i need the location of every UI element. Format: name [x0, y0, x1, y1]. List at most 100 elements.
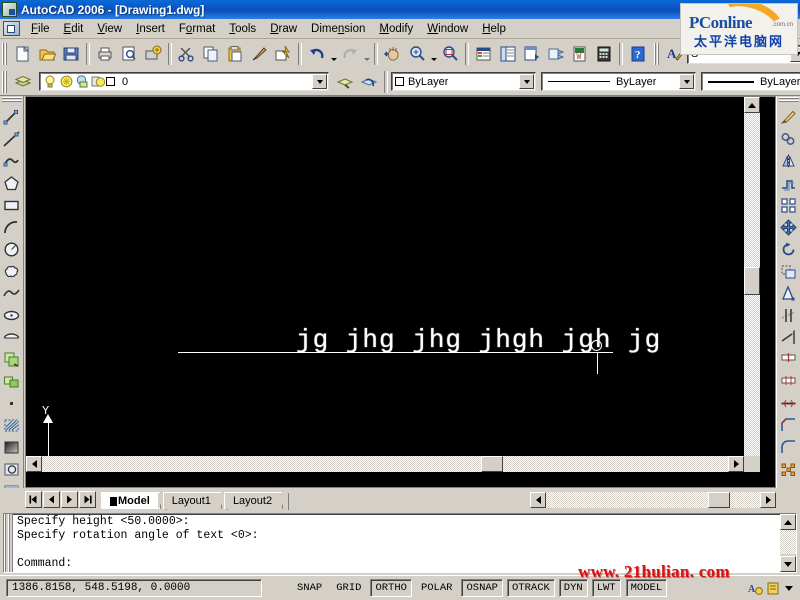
tab-scroll-thumb[interactable]	[708, 491, 730, 508]
extend-icon[interactable]	[778, 326, 800, 348]
menu-format[interactable]: Format	[172, 21, 222, 37]
tab-layout2[interactable]: Layout2	[223, 492, 290, 510]
cmd-scroll-track[interactable]	[780, 530, 796, 554]
copy-object-icon[interactable]	[778, 128, 800, 150]
menu-help[interactable]: Help	[475, 21, 513, 37]
chamfer-icon[interactable]	[778, 414, 800, 436]
coordinate-display[interactable]: 1386.8158, 548.5198, 0.0000	[6, 579, 262, 597]
menu-insert[interactable]: Insert	[129, 21, 172, 37]
hatch-icon[interactable]	[1, 414, 23, 436]
undo-icon[interactable]	[305, 43, 329, 66]
menu-view[interactable]: View	[90, 21, 129, 37]
layer-states-icon[interactable]	[11, 70, 35, 93]
status-toggle-ortho[interactable]: ORTHO	[370, 579, 412, 597]
insert-block-icon[interactable]	[1, 348, 23, 370]
status-toggle-otrack[interactable]: OTRACK	[506, 579, 555, 597]
v-scroll-thumb[interactable]	[744, 267, 760, 295]
erase-icon[interactable]	[778, 106, 800, 128]
drawing-system-icon[interactable]	[3, 21, 20, 36]
model-space-canvas[interactable]: Y X jg jhg jhg jhgh jgh jg	[26, 97, 760, 472]
help-icon[interactable]: ?	[626, 43, 650, 66]
join-icon[interactable]	[778, 392, 800, 414]
tab-scroll-right-button[interactable]	[760, 491, 776, 508]
next-tab-icon[interactable]	[61, 491, 78, 508]
mirror-icon[interactable]	[778, 150, 800, 172]
publish-icon[interactable]	[141, 43, 165, 66]
sheet-set-icon[interactable]	[544, 43, 568, 66]
layer-combo[interactable]: 0	[39, 72, 329, 91]
trim-icon[interactable]	[778, 304, 800, 326]
circle-icon[interactable]	[1, 238, 23, 260]
layer-dropdown-arrow[interactable]	[312, 74, 327, 89]
spline-icon[interactable]	[1, 282, 23, 304]
linetype-dropdown-arrow[interactable]	[679, 74, 694, 89]
tool-palettes-icon[interactable]	[520, 43, 544, 66]
undo-dropdown-arrow[interactable]	[329, 43, 338, 66]
menu-dimension[interactable]: Dimension	[304, 21, 372, 37]
rotate-icon[interactable]	[778, 238, 800, 260]
drawing-text-entity[interactable]: jg jhg jhg jhgh jgh jg	[296, 325, 661, 355]
fillet-icon[interactable]	[778, 436, 800, 458]
chevron-down-icon[interactable]	[783, 580, 795, 596]
color-dropdown-arrow[interactable]	[519, 74, 534, 89]
ellipse-arc-icon[interactable]	[1, 326, 23, 348]
construction-line-icon[interactable]	[1, 128, 23, 150]
cmd-scroll-down-button[interactable]	[780, 556, 796, 572]
menu-edit[interactable]: Edit	[57, 21, 91, 37]
linetype-combo[interactable]: ByLayer	[541, 72, 696, 91]
explode-icon[interactable]	[778, 458, 800, 480]
communication-center-icon[interactable]: A	[747, 580, 763, 596]
tab-layout1[interactable]: Layout1	[162, 492, 229, 510]
first-tab-icon[interactable]	[25, 491, 42, 508]
rectangle-icon[interactable]	[1, 194, 23, 216]
break-at-point-icon[interactable]	[778, 348, 800, 370]
tab-scrollbar[interactable]	[530, 491, 776, 508]
modify-toolbar-grip[interactable]	[778, 97, 799, 104]
last-tab-icon[interactable]	[79, 491, 96, 508]
open-icon[interactable]	[35, 43, 59, 66]
zoom-dropdown-arrow[interactable]	[429, 43, 438, 66]
status-toggle-polar[interactable]: POLAR	[416, 579, 458, 597]
markup-set-icon[interactable]: W	[568, 43, 592, 66]
move-icon[interactable]	[778, 216, 800, 238]
line-icon[interactable]	[1, 106, 23, 128]
menu-modify[interactable]: Modify	[372, 21, 420, 37]
array-icon[interactable]	[778, 194, 800, 216]
properties-icon[interactable]	[472, 43, 496, 66]
polyline-icon[interactable]	[1, 150, 23, 172]
paste-icon[interactable]	[223, 43, 247, 66]
menu-window[interactable]: Window	[420, 21, 475, 37]
redo-dropdown-arrow[interactable]	[362, 43, 371, 66]
toolbar-grip[interactable]	[2, 43, 9, 65]
cmd-scroll-up-button[interactable]	[780, 514, 796, 530]
color-combo[interactable]: ByLayer	[391, 72, 536, 91]
canvas-horizontal-scrollbar[interactable]	[26, 456, 760, 472]
canvas-vertical-scrollbar[interactable]	[744, 97, 760, 472]
pan-realtime-icon[interactable]	[381, 43, 405, 66]
region-icon[interactable]	[1, 458, 23, 480]
ellipse-icon[interactable]	[1, 304, 23, 326]
h-scroll-thumb[interactable]	[481, 456, 503, 472]
menu-tools[interactable]: Tools	[222, 21, 263, 37]
stretch-icon[interactable]	[778, 282, 800, 304]
match-properties-icon[interactable]	[247, 43, 271, 66]
cut-icon[interactable]	[175, 43, 199, 66]
qnew-icon[interactable]	[11, 43, 35, 66]
status-toggle-snap[interactable]: SNAP	[292, 579, 327, 597]
scroll-up-button[interactable]	[744, 97, 760, 113]
draw-toolbar-grip[interactable]	[1, 97, 22, 104]
command-window-scrollbar[interactable]	[780, 514, 796, 572]
plot-preview-icon[interactable]	[117, 43, 141, 66]
command-window-grip[interactable]	[4, 514, 13, 572]
polygon-icon[interactable]	[1, 172, 23, 194]
prev-tab-icon[interactable]	[43, 491, 60, 508]
toolbar-grip[interactable]	[654, 43, 661, 65]
h-scroll-track[interactable]	[42, 456, 744, 472]
zoom-realtime-icon[interactable]	[405, 43, 429, 66]
tab-model[interactable]: Model	[101, 492, 167, 510]
block-editor-icon[interactable]	[271, 43, 295, 66]
scale-icon[interactable]	[778, 260, 800, 282]
status-toggle-osnap[interactable]: OSNAP	[461, 579, 503, 597]
drawing-area[interactable]: Y X jg jhg jhg jhgh jgh jg	[25, 96, 776, 488]
table-icon[interactable]	[1, 480, 23, 488]
